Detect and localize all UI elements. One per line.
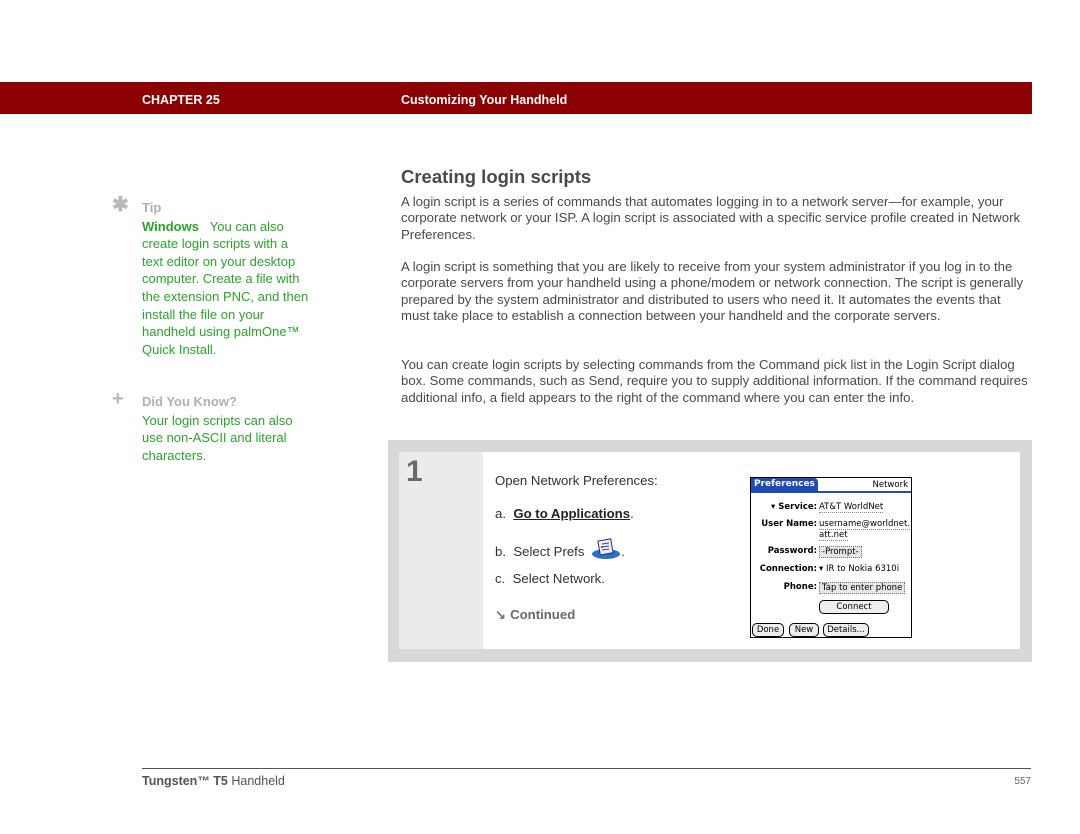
username-label: User Name: bbox=[761, 519, 817, 529]
palm-title-tab: Preferences bbox=[751, 478, 818, 493]
section-heading: Creating login scripts bbox=[401, 166, 592, 187]
tip-text: You can also create login scripts with a… bbox=[142, 218, 309, 357]
password-label: Password: bbox=[767, 546, 817, 556]
tip-label: Tip bbox=[142, 200, 162, 215]
did-you-know-sidebar: + Did You Know? Your login scripts can a… bbox=[112, 388, 312, 464]
step-item-b: b. Select Prefs . bbox=[495, 538, 625, 563]
palm-title-right: Network bbox=[872, 480, 909, 490]
continued-indicator: ↘ Continued bbox=[495, 607, 575, 623]
palm-network-preferences-screen: Preferences Network ▾ Service: AT&T Worl… bbox=[750, 477, 912, 638]
footer-product-name: Tungsten™ T5 bbox=[142, 774, 228, 788]
phone-label: Phone: bbox=[783, 582, 817, 592]
tip-platform: Windows bbox=[142, 218, 199, 234]
prefs-app-icon bbox=[591, 538, 621, 563]
step-item-a: a. Go to Applications. bbox=[495, 506, 634, 521]
step-item-prefix: c. bbox=[495, 571, 506, 586]
asterisk-icon: ✱ bbox=[112, 194, 129, 216]
password-field[interactable]: -Prompt- bbox=[819, 546, 862, 558]
did-you-know-body: Your login scripts can also use non-ASCI… bbox=[142, 412, 293, 463]
arrow-down-right-icon: ↘ bbox=[495, 607, 507, 622]
footer-product-suffix: Handheld bbox=[227, 774, 285, 788]
service-label: ▾ Service: bbox=[771, 502, 817, 512]
new-button[interactable]: New bbox=[789, 623, 819, 637]
page-number: 557 bbox=[1014, 776, 1031, 787]
go-to-applications-link[interactable]: Go to Applications bbox=[513, 506, 630, 521]
done-button[interactable]: Done bbox=[752, 623, 784, 637]
connection-label: Connection: bbox=[759, 564, 817, 574]
did-you-know-heading: + Did You Know? bbox=[112, 388, 312, 411]
paragraph: A login script is something that you are… bbox=[401, 259, 1024, 324]
step-item-text: Select Network. bbox=[512, 571, 605, 586]
details-button[interactable]: Details... bbox=[823, 623, 869, 637]
step-item-c: c. Select Network. bbox=[495, 571, 605, 586]
paragraph: A login script is a series of commands t… bbox=[401, 194, 1021, 242]
username-field[interactable]: username@worldnet. bbox=[819, 519, 911, 530]
service-picker[interactable]: AT&T WorldNet bbox=[819, 502, 884, 513]
chapter-label: CHAPTER 25 bbox=[142, 93, 220, 107]
tip-sidebar: ✱ Tip Windows You can also create login … bbox=[112, 194, 312, 359]
paragraph: You can create login scripts by selectin… bbox=[401, 357, 1028, 405]
connect-button[interactable]: Connect bbox=[819, 600, 889, 614]
step-item-suffix: . bbox=[630, 506, 634, 521]
step-item-prefix: a. bbox=[495, 506, 506, 521]
did-you-know-label: Did You Know? bbox=[142, 394, 237, 409]
continued-label: Continued bbox=[510, 607, 576, 622]
connection-picker[interactable]: ▾ IR to Nokia 6310i bbox=[819, 564, 899, 574]
step-number: 1 bbox=[406, 455, 423, 488]
tip-body: Windows You can also create login script… bbox=[112, 218, 312, 359]
step-item-prefix: b. bbox=[495, 544, 506, 559]
username-field-cont[interactable]: att.net bbox=[819, 530, 848, 541]
step-item-suffix: . bbox=[621, 544, 625, 559]
phone-field[interactable]: Tap to enter phone bbox=[819, 582, 906, 594]
palm-title-bar: Preferences Network bbox=[751, 478, 911, 493]
chapter-header-bar: CHAPTER 25 Customizing Your Handheld bbox=[0, 82, 1032, 114]
step-intro: Open Network Preferences: bbox=[495, 473, 658, 488]
plus-icon: + bbox=[112, 388, 124, 410]
footer-product: Tungsten™ T5 Handheld bbox=[142, 774, 285, 788]
step-item-text: Select Prefs bbox=[513, 544, 585, 559]
tip-heading: ✱ Tip bbox=[112, 194, 312, 217]
footer-divider bbox=[142, 768, 1031, 769]
chapter-title: Customizing Your Handheld bbox=[401, 93, 568, 107]
